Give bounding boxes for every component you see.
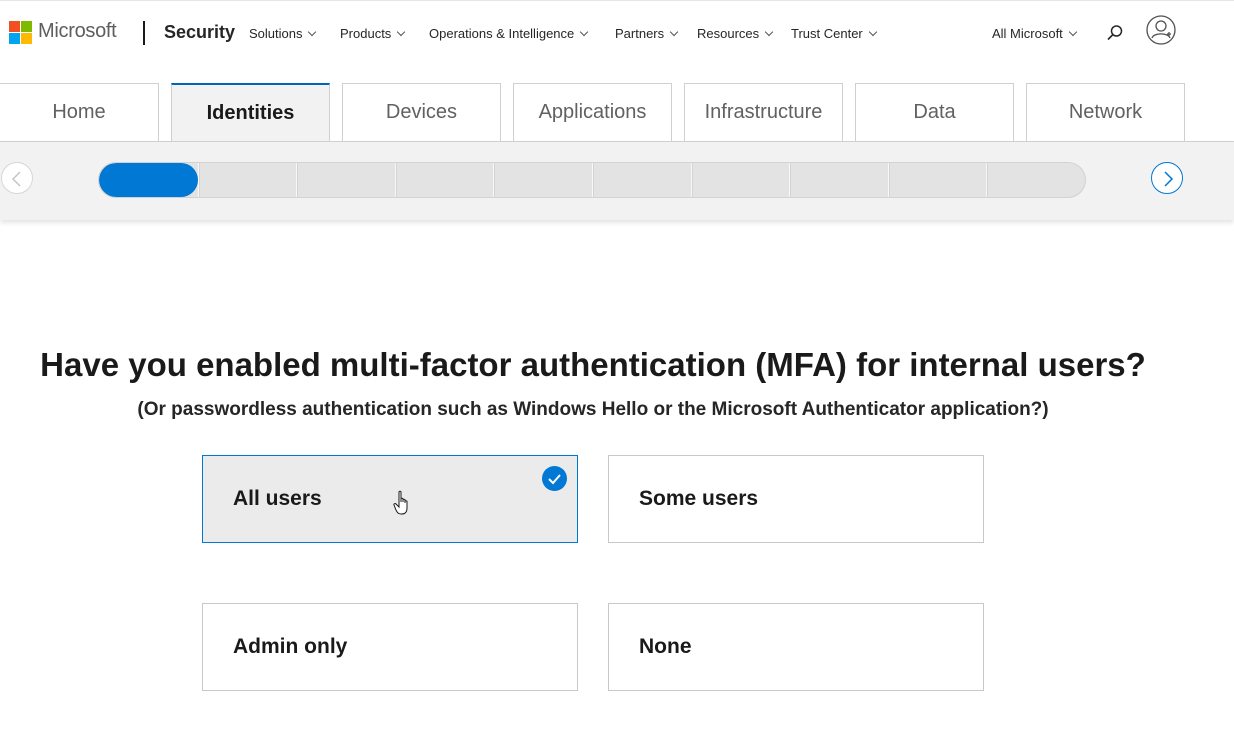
answer-all-users[interactable]: All users xyxy=(202,455,578,543)
tab-data[interactable]: Data xyxy=(855,83,1014,141)
progress-step-divider xyxy=(198,163,199,197)
next-question-button[interactable] xyxy=(1151,162,1183,194)
tab-label: Data xyxy=(913,101,956,123)
answer-label: All users xyxy=(233,487,322,510)
tab-label: Infrastructure xyxy=(704,101,823,123)
all-microsoft-label: All Microsoft xyxy=(992,26,1063,41)
question-subtitle: (Or passwordless authentication such as … xyxy=(137,399,1049,420)
progress-step-divider xyxy=(296,163,297,197)
answer-some-users[interactable]: Some users xyxy=(608,455,984,543)
nav-label: Operations & Intelligence xyxy=(429,26,575,41)
answer-none[interactable]: None xyxy=(608,603,984,691)
chevron-down-icon xyxy=(580,27,589,37)
progress-step-divider xyxy=(592,163,593,197)
nav-operations-intelligence[interactable]: Operations & Intelligence xyxy=(429,26,589,41)
checkmark-icon xyxy=(542,466,567,491)
search-icon[interactable] xyxy=(1106,24,1124,42)
tab-devices[interactable]: Devices xyxy=(342,83,501,141)
nav-resources[interactable]: Resources xyxy=(697,26,774,41)
nav-label: Resources xyxy=(697,26,760,41)
progress-fill xyxy=(99,163,198,197)
chevron-left-icon xyxy=(11,171,21,187)
progress-step-divider xyxy=(493,163,494,197)
tab-label: Network xyxy=(1068,101,1143,123)
answer-label: Admin only xyxy=(233,635,348,658)
tab-network[interactable]: Network xyxy=(1026,83,1185,141)
nav-products[interactable]: Products xyxy=(340,26,406,41)
chevron-right-icon xyxy=(1164,171,1174,187)
nav-partners[interactable]: Partners xyxy=(615,26,679,41)
chevron-down-icon xyxy=(669,27,679,37)
answer-label: None xyxy=(639,635,692,658)
account-icon[interactable] xyxy=(1146,15,1176,45)
site-name[interactable]: Security xyxy=(164,22,235,43)
nav-trust-center[interactable]: Trust Center xyxy=(791,26,878,41)
nav-label: Partners xyxy=(615,26,665,41)
tab-identities[interactable]: Identities xyxy=(171,83,330,141)
progress-step-divider xyxy=(395,163,396,197)
chevron-down-icon xyxy=(868,27,878,37)
progress-step-divider xyxy=(691,163,692,197)
nav-label: Solutions xyxy=(249,26,303,41)
all-microsoft-menu[interactable]: All Microsoft xyxy=(992,26,1078,41)
tab-applications[interactable]: Applications xyxy=(513,83,672,141)
microsoft-logo-icon[interactable] xyxy=(9,21,32,44)
progress-step-divider xyxy=(986,163,987,197)
progress-bar xyxy=(98,162,1086,198)
chevron-down-icon xyxy=(308,27,317,37)
previous-question-button[interactable] xyxy=(1,162,33,194)
tab-label: Identities xyxy=(206,101,295,124)
brand-divider xyxy=(143,21,145,45)
question-title: Have you enabled multi-factor authentica… xyxy=(40,346,1146,383)
chevron-down-icon xyxy=(397,27,406,37)
answer-admin-only[interactable]: Admin only xyxy=(202,603,578,691)
answer-label: Some users xyxy=(639,487,759,510)
progress-step-divider xyxy=(888,163,889,197)
nav-label: Trust Center xyxy=(791,26,863,41)
progress-step-divider xyxy=(789,163,790,197)
nav-solutions[interactable]: Solutions xyxy=(249,26,317,41)
hand-cursor-icon xyxy=(393,490,413,516)
chevron-down-icon xyxy=(1068,27,1078,37)
brand-name[interactable]: Microsoft xyxy=(38,20,117,43)
tab-infrastructure[interactable]: Infrastructure xyxy=(684,83,843,141)
tab-label: Devices xyxy=(385,101,458,123)
chevron-down-icon xyxy=(764,27,774,37)
site-header: Microsoft Security Solutions Products Op… xyxy=(0,0,1234,65)
tab-label: Home xyxy=(52,101,106,123)
tab-home[interactable]: Home xyxy=(0,83,159,141)
tab-label: Applications xyxy=(538,101,647,123)
nav-label: Products xyxy=(340,26,392,41)
